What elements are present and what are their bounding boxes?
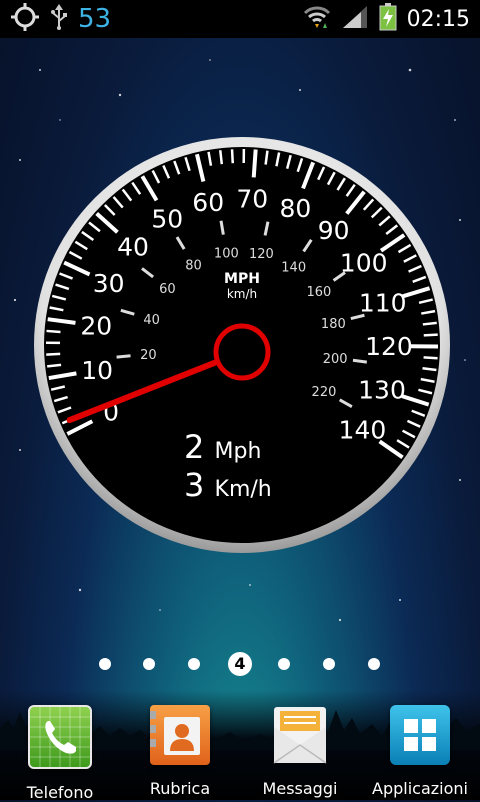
mph-tick-label: 60 <box>192 188 224 217</box>
major-tick <box>254 149 256 177</box>
mph-tick-label: 110 <box>359 288 407 317</box>
mph-tick-label: 10 <box>81 356 113 385</box>
kmh-tick-label: 80 <box>185 258 202 273</box>
dock-app-rubrica[interactable]: Rubrica <box>120 705 240 798</box>
speed-mph-readout: 2 Mph <box>184 429 261 470</box>
kmh-tick <box>353 360 367 362</box>
battery-charging-icon <box>379 3 397 35</box>
minor-tick <box>424 335 438 336</box>
messages-icon <box>270 705 330 765</box>
dock-app-label: Rubrica <box>120 779 240 798</box>
minor-tick <box>232 149 233 163</box>
speedometer-widget[interactable]: 0102030405060708090100110120130140 20406… <box>32 135 452 555</box>
unit-mph-label: MPH <box>224 271 260 287</box>
mph-tick-label: 90 <box>318 216 350 245</box>
speed-mph-unit: Mph <box>215 439 262 464</box>
minor-tick <box>46 354 60 355</box>
mph-tick-label: 30 <box>93 269 125 298</box>
kmh-tick-label: 200 <box>323 352 348 367</box>
dock-app-telefono[interactable]: Telefono <box>0 705 120 802</box>
signal-icon <box>341 4 369 34</box>
minor-tick <box>47 365 61 367</box>
mph-tick-label: 20 <box>80 312 112 341</box>
mph-tick-label: 130 <box>358 376 406 405</box>
status-bar[interactable]: 53 02:15 <box>0 0 480 38</box>
minor-tick <box>424 357 438 358</box>
needle-hub <box>216 326 268 378</box>
page-indicator[interactable]: 4 <box>0 650 480 678</box>
unit-kmh-label: km/h <box>227 287 257 301</box>
kmh-tick-label: 120 <box>249 247 274 262</box>
apps-grid-icon <box>390 705 450 765</box>
speed-kmh-readout: 3 Km/h <box>184 467 272 508</box>
mph-tick-label: 140 <box>339 415 387 444</box>
clock: 02:15 <box>407 7 470 32</box>
speed-kmh-value: 3 <box>184 466 204 504</box>
page-dot[interactable] <box>368 658 380 670</box>
dock-app-label: Messaggi <box>240 779 360 798</box>
dock-app-applicazioni[interactable]: Applicazioni <box>360 705 480 798</box>
kmh-tick-label: 140 <box>281 260 306 275</box>
page-dot[interactable] <box>323 658 335 670</box>
kmh-tick-label: 100 <box>214 246 239 261</box>
wifi-icon <box>303 4 331 34</box>
speed-kmh-unit: Km/h <box>215 477 272 502</box>
mph-tick-label: 120 <box>365 332 413 361</box>
phone-icon <box>28 705 92 769</box>
page-dot[interactable] <box>188 658 200 670</box>
minor-tick <box>47 331 61 332</box>
minor-tick <box>220 150 222 164</box>
kmh-tick-label: 60 <box>159 282 176 297</box>
kmh-tick-label: 180 <box>321 317 346 332</box>
mph-tick-label: 100 <box>340 248 388 277</box>
page-dot[interactable] <box>143 658 155 670</box>
kmh-tick <box>117 356 131 357</box>
mph-tick-label: 40 <box>117 232 149 261</box>
dock-app-label: Telefono <box>0 783 120 802</box>
notification-number: 53 <box>78 0 111 38</box>
page-dot[interactable] <box>278 658 290 670</box>
dock-app-messaggi[interactable]: Messaggi <box>240 705 360 798</box>
usb-icon <box>50 4 68 34</box>
mph-tick-label: 70 <box>236 184 268 213</box>
minor-tick <box>423 368 437 370</box>
kmh-tick-label: 160 <box>306 285 331 300</box>
contacts-icon <box>150 705 210 765</box>
speed-mph-value: 2 <box>184 428 204 466</box>
mph-tick-label: 80 <box>279 194 311 223</box>
page-dot-current[interactable]: 4 <box>228 652 252 676</box>
kmh-tick-label: 20 <box>140 348 157 363</box>
kmh-tick-label: 40 <box>143 313 160 328</box>
page-dot[interactable] <box>99 658 111 670</box>
gps-icon <box>10 2 40 36</box>
mph-tick-label: 50 <box>151 204 183 233</box>
dock-app-label: Applicazioni <box>360 779 480 798</box>
minor-tick <box>423 323 437 325</box>
kmh-tick-label: 220 <box>312 385 337 400</box>
